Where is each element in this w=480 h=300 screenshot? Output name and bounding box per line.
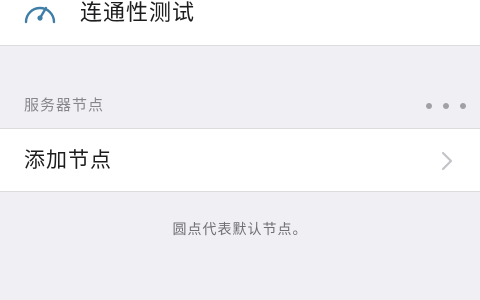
default-node-footnote: 圆点代表默认节点。 <box>172 222 308 238</box>
more-options-button[interactable] <box>426 96 466 116</box>
chevron-right-icon <box>441 151 453 171</box>
ellipsis-icon <box>426 103 432 109</box>
section-title: 服务器节点 <box>24 96 105 114</box>
add-node-row[interactable]: 添加节点 <box>0 128 480 192</box>
speedometer-icon <box>24 6 56 24</box>
connectivity-test-label: 连通性测试 <box>80 1 196 26</box>
ellipsis-icon <box>443 103 449 109</box>
ellipsis-icon <box>460 103 466 109</box>
server-nodes-header: 服务器节点 <box>0 90 480 126</box>
add-node-label: 添加节点 <box>24 148 112 172</box>
connectivity-test-row[interactable]: 连通性测试 <box>0 0 480 46</box>
